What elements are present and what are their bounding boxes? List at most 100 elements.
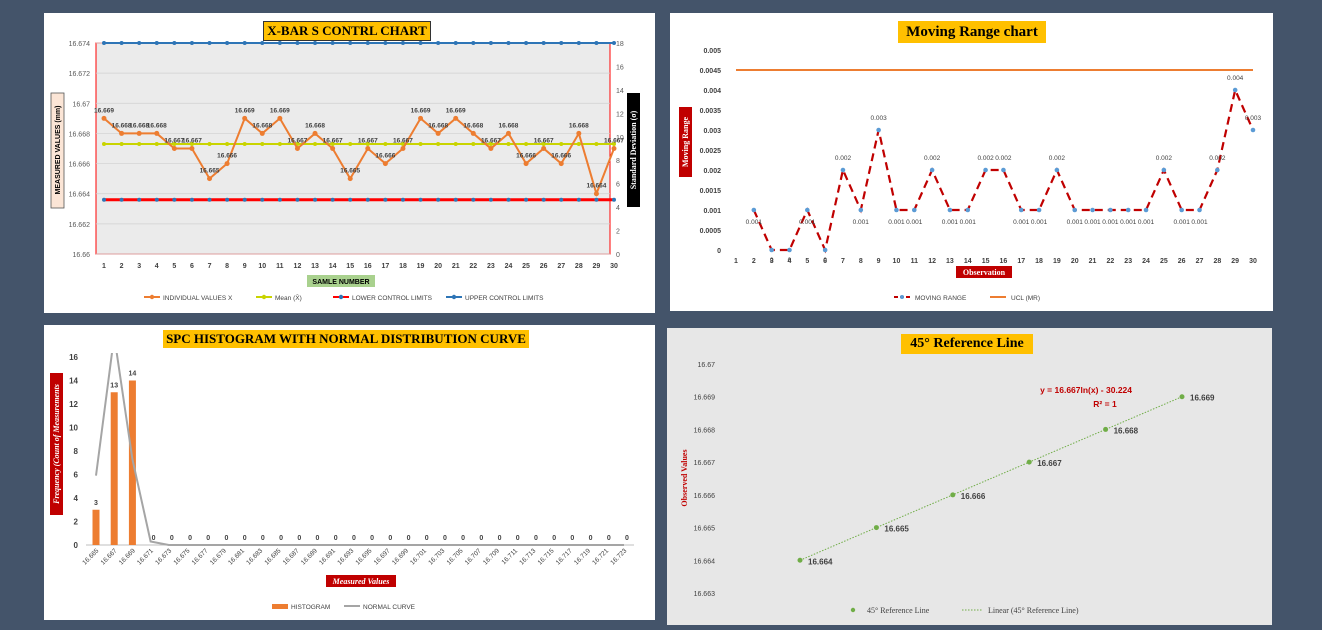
lcl-point — [400, 197, 405, 202]
x-tick-label: 13 — [946, 258, 954, 265]
y-tick-label: 16.666 — [694, 493, 716, 500]
x-tick-label: 3 — [137, 263, 141, 270]
moving-range-label: 0 — [823, 257, 827, 264]
y-tick-label: 16.662 — [69, 222, 91, 229]
histogram-bar — [92, 509, 100, 545]
ucl-point — [172, 41, 177, 45]
lcl-point — [524, 197, 529, 202]
lcl-point — [488, 197, 493, 202]
y-tick-label: 16 — [69, 353, 78, 362]
bar-value-label: 0 — [388, 535, 392, 542]
lcl-point — [506, 197, 511, 202]
legend-swatch-marker — [900, 295, 904, 299]
y-tick-label: 2 — [74, 518, 79, 527]
individual-value-point — [294, 146, 300, 151]
y2-tick-label: 8 — [616, 158, 620, 165]
y-axis-title: Observed Values — [680, 449, 689, 506]
bar-value-label: 0 — [170, 535, 174, 542]
bar-value-label: 0 — [607, 535, 611, 542]
bar-value-label: 0 — [243, 535, 247, 542]
lcl-point — [418, 197, 423, 202]
data-point-label: 16.668 — [1114, 426, 1139, 435]
x-tick-label: 16.675 — [172, 547, 191, 566]
reference-line-chart: 16.663 16.664 16.665 16.666 16.667 16.668 16.6… — [680, 362, 1215, 615]
individual-value-point — [154, 130, 160, 136]
x-tick-label: 16.697 — [373, 547, 392, 566]
y2-tick-label: 6 — [616, 182, 620, 189]
moving-range-label: 0.001 — [746, 219, 763, 226]
lcl-point — [365, 197, 370, 202]
mean-point — [102, 141, 106, 146]
individual-value-label: 16.669 — [446, 107, 466, 114]
x-tick-label: 16.709 — [482, 547, 501, 566]
x-tick-label: 16.715 — [537, 547, 556, 566]
data-point-label: 16.665 — [884, 525, 909, 534]
mean-point — [277, 141, 282, 146]
histogram-bar — [110, 392, 118, 545]
y-tick-label: 10 — [69, 424, 78, 433]
moving-range-point — [787, 247, 792, 253]
x-tick-label: 26 — [540, 263, 548, 270]
ucl-point — [436, 41, 441, 45]
y-axis-title: Moving Range — [681, 117, 690, 167]
mean-point — [471, 141, 476, 146]
individual-value-point — [224, 161, 230, 167]
ucl-point — [471, 41, 476, 45]
x-tick-label: 29 — [1231, 258, 1239, 265]
individual-value-label: 16.664 — [586, 183, 606, 190]
individual-value-label: 16.666 — [551, 153, 571, 160]
individual-value-label: 16.667 — [534, 138, 554, 145]
y-tick-label: 16.672 — [69, 71, 91, 78]
individual-value-label: 16.668 — [569, 122, 589, 129]
moving-range-point — [1161, 167, 1167, 173]
x-tick-label: 7 — [208, 263, 212, 270]
bar-value-label: 0 — [516, 535, 520, 542]
ucl-point — [348, 41, 353, 45]
y-tick-label: 0.0045 — [700, 68, 722, 75]
x-tick-label: 8 — [225, 263, 229, 270]
legend-label: HISTOGRAM — [291, 604, 330, 611]
x-tick-label: 8 — [859, 258, 863, 265]
x-tick-label: 4 — [155, 263, 159, 270]
data-point — [873, 525, 879, 531]
x-tick-label: 16.701 — [409, 547, 428, 566]
moving-range-label: 0.001 — [942, 219, 959, 226]
mean-point — [453, 141, 458, 146]
mean-point — [506, 141, 511, 146]
bar-value-label: 0 — [297, 535, 301, 542]
y-tick-label: 16.663 — [694, 591, 716, 598]
moving-range-point — [929, 167, 935, 173]
data-point — [1179, 394, 1185, 400]
moving-range-label: 0.001 — [1067, 219, 1084, 226]
individual-value-point — [435, 130, 441, 136]
x-tick-label: 16.673 — [154, 547, 173, 566]
moving-range-point — [965, 207, 971, 213]
bar-value-label: 0 — [552, 535, 556, 542]
legend-label: MOVING RANGE — [915, 295, 967, 302]
trendline — [799, 396, 1183, 561]
x-tick-label: 13 — [311, 263, 319, 270]
ucl-point — [154, 41, 159, 45]
x-tick-label: 16.695 — [355, 547, 374, 566]
x-tick-label: 19 — [1053, 258, 1061, 265]
y-tick-label: 8 — [74, 447, 79, 456]
moving-range-label: 0 — [770, 257, 774, 264]
x-tick-label: 16.693 — [336, 547, 355, 566]
moving-range-point — [1125, 207, 1131, 213]
individual-value-point — [136, 130, 142, 136]
y-tick-label: 6 — [74, 471, 79, 480]
x-tick-label: 20 — [434, 263, 442, 270]
moving-range-label: 0.004 — [1227, 75, 1244, 82]
x-tick-label: 16.691 — [318, 547, 337, 566]
lcl-point — [277, 197, 282, 202]
y-tick-label: 16.664 — [69, 192, 91, 199]
moving-range-point — [1179, 207, 1184, 213]
y2-tick-label: 14 — [616, 88, 624, 95]
lcl-point — [594, 197, 599, 202]
trendline-equation: y = 16.667ln(x) - 30.224 — [1040, 385, 1132, 395]
legend-swatch-marker — [261, 294, 267, 300]
individual-value-point — [312, 130, 318, 136]
x-tick-label: 15 — [346, 263, 354, 270]
moving-range-point — [1108, 207, 1113, 213]
bar-value-label: 13 — [110, 382, 118, 389]
